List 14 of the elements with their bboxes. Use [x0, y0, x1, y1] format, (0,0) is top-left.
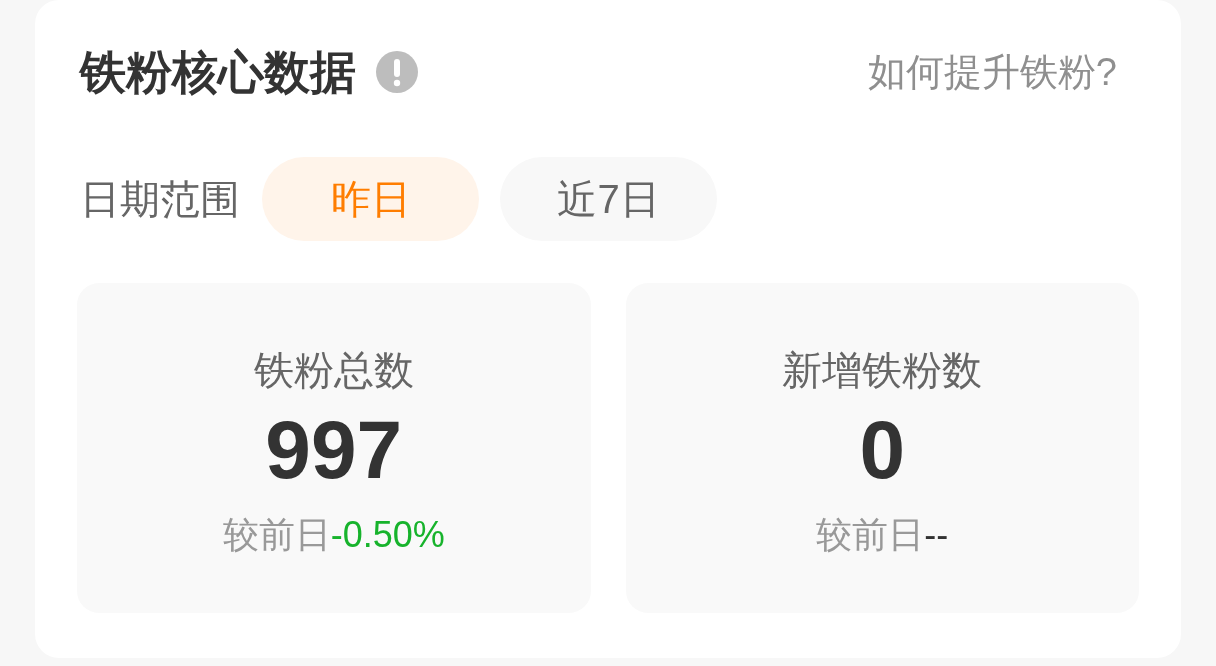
change-value: -0.50%: [330, 513, 445, 557]
change-value: --: [924, 513, 949, 557]
help-link[interactable]: 如何提升铁粉?: [867, 48, 1117, 96]
compare-label: 较前日: [222, 513, 331, 557]
card-title: 铁粉核心数据: [80, 45, 356, 100]
date-range-label: 日期范围: [80, 176, 240, 223]
compare-label: 较前日: [816, 513, 925, 557]
date-range-tab[interactable]: 昨日: [262, 157, 479, 241]
exclamation-icon[interactable]: [376, 51, 418, 93]
stat-value: 997: [265, 410, 403, 490]
stat-label: 铁粉总数: [253, 347, 414, 394]
date-range-tab[interactable]: 近7日: [500, 157, 717, 241]
stat-value: 0: [859, 410, 906, 490]
stat-label: 新增铁粉数: [782, 347, 983, 394]
